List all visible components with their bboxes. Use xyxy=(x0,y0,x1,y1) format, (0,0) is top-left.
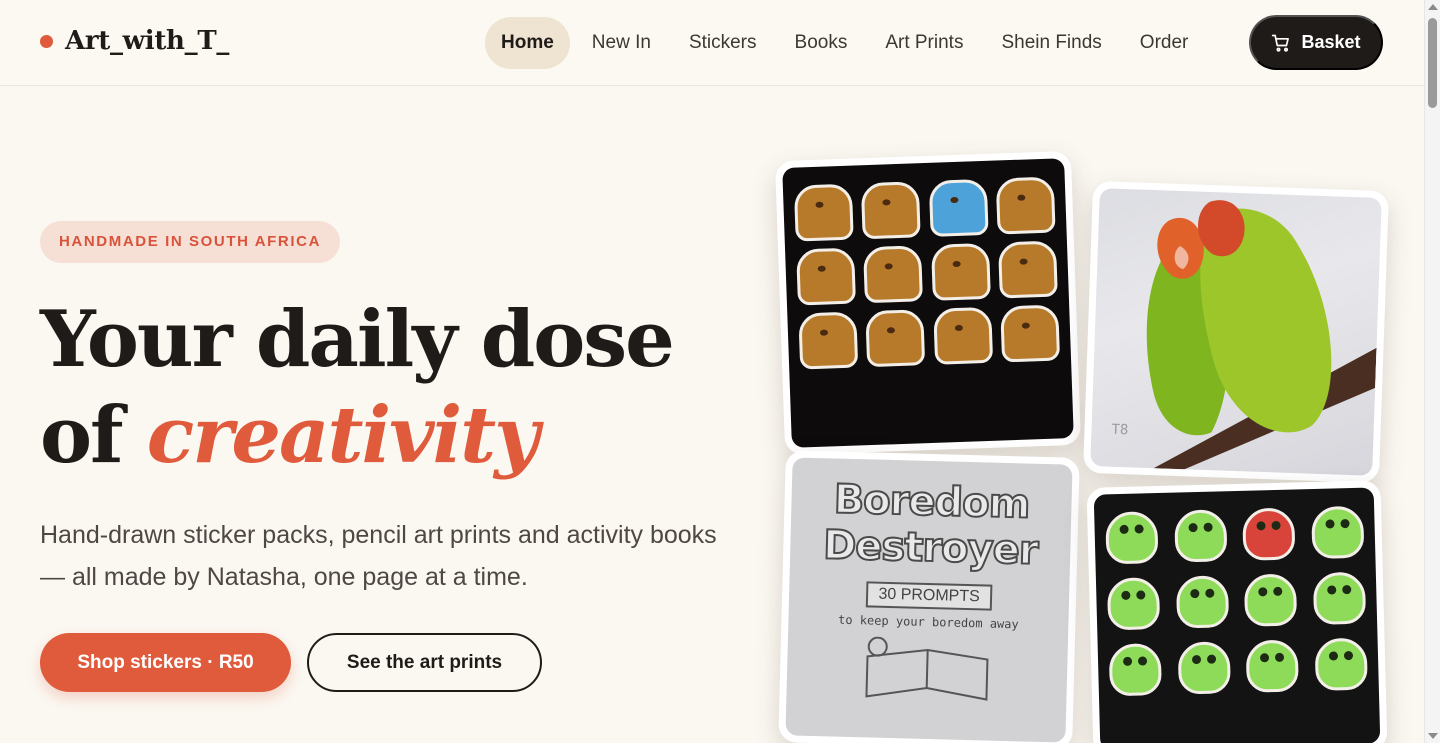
book-cover-ribbon: 30 PROMPTS xyxy=(866,581,993,611)
nav-item-shein-finds[interactable]: Shein Finds xyxy=(982,17,1120,69)
capybara-sticker xyxy=(995,176,1056,235)
book-title-line-2: Destroyer xyxy=(822,521,1040,575)
nav-item-stickers[interactable]: Stickers xyxy=(670,17,776,69)
shop-stickers-button[interactable]: Shop stickers · R50 xyxy=(40,633,291,692)
site-header: Art_with_T_ Home New In Stickers Books A… xyxy=(0,0,1424,86)
capybara-sticker xyxy=(932,306,993,365)
frog-sticker xyxy=(1105,511,1159,565)
headline-line-1: Your daily dose xyxy=(40,294,675,385)
frog-sticker xyxy=(1177,641,1231,695)
brand-name: Art_with_T_ xyxy=(65,26,230,56)
open-book-doodle-icon xyxy=(865,636,989,701)
capybara-sticker xyxy=(863,245,924,304)
brand-logo[interactable]: Art_with_T_ xyxy=(40,26,229,56)
nav-item-order[interactable]: Order xyxy=(1121,17,1208,69)
frog-sticker xyxy=(1244,573,1298,627)
capybara-sticker xyxy=(865,309,926,368)
frog-sticker xyxy=(1314,637,1368,691)
svg-text:T8: T8 xyxy=(1111,422,1128,439)
boredom-destroyer-book-photo[interactable]: Boredom Destroyer 30 PROMPTS to keep you… xyxy=(778,450,1080,743)
nav-item-home[interactable]: Home xyxy=(485,17,570,69)
page-scrollbar[interactable] xyxy=(1424,0,1440,743)
frog-sticker xyxy=(1107,577,1161,631)
headline-line-2-prefix: of xyxy=(40,390,147,481)
main-nav: Home New In Stickers Books Art Prints Sh… xyxy=(485,16,1207,70)
frog-sticker xyxy=(1245,639,1300,693)
hero-subtext: Hand-drawn sticker packs, pencil art pri… xyxy=(40,521,717,591)
origin-badge: HANDMADE IN SOUTH AFRICA xyxy=(40,221,341,263)
headline-accent: creativity xyxy=(146,388,540,484)
capybara-sticker xyxy=(1000,304,1061,363)
nav-item-books[interactable]: Books xyxy=(776,17,867,69)
see-art-prints-button[interactable]: See the art prints xyxy=(307,633,542,692)
capybara-sticker xyxy=(798,311,858,370)
nav-item-new-in[interactable]: New In xyxy=(573,17,670,69)
capybara-sticker xyxy=(793,183,854,242)
capybara-sticker xyxy=(928,178,989,237)
book-cover-subtitle: to keep your boredom away xyxy=(837,612,1019,632)
nav-item-art-prints[interactable]: Art Prints xyxy=(866,17,982,69)
capybara-sticker xyxy=(998,240,1059,299)
frog-sticker xyxy=(1310,505,1365,560)
book-cover-title: Boredom Destroyer xyxy=(822,475,1040,575)
basket-button[interactable]: Basket xyxy=(1249,15,1383,70)
capybara-sticker xyxy=(861,181,921,240)
frog-sticker xyxy=(1173,509,1228,563)
headline-accent-text: creativity xyxy=(146,390,540,481)
cart-icon xyxy=(1272,34,1290,52)
scroll-thumb[interactable] xyxy=(1428,18,1437,108)
frog-stickers-photo[interactable] xyxy=(1086,480,1388,743)
basket-label: Basket xyxy=(1301,32,1361,52)
frog-sticker xyxy=(1108,643,1163,697)
scroll-down-arrow-icon[interactable] xyxy=(1428,733,1438,739)
book-title-line-1: Boredom xyxy=(832,475,1031,528)
frog-sticker xyxy=(1242,507,1296,561)
capybara-sticker xyxy=(930,242,991,301)
frog-sticker xyxy=(1175,575,1229,629)
lovebirds-illustration: T8 xyxy=(1111,200,1377,472)
logo-dot-icon xyxy=(40,34,53,48)
capybara-sticker xyxy=(795,247,856,306)
scroll-up-arrow-icon[interactable] xyxy=(1428,4,1438,10)
lovebirds-print-photo[interactable]: T8 xyxy=(1082,180,1390,484)
capybara-stickers-photo[interactable] xyxy=(774,150,1082,456)
frog-sticker xyxy=(1312,571,1366,625)
hero-headline: Your daily dose of creativity xyxy=(40,292,740,484)
